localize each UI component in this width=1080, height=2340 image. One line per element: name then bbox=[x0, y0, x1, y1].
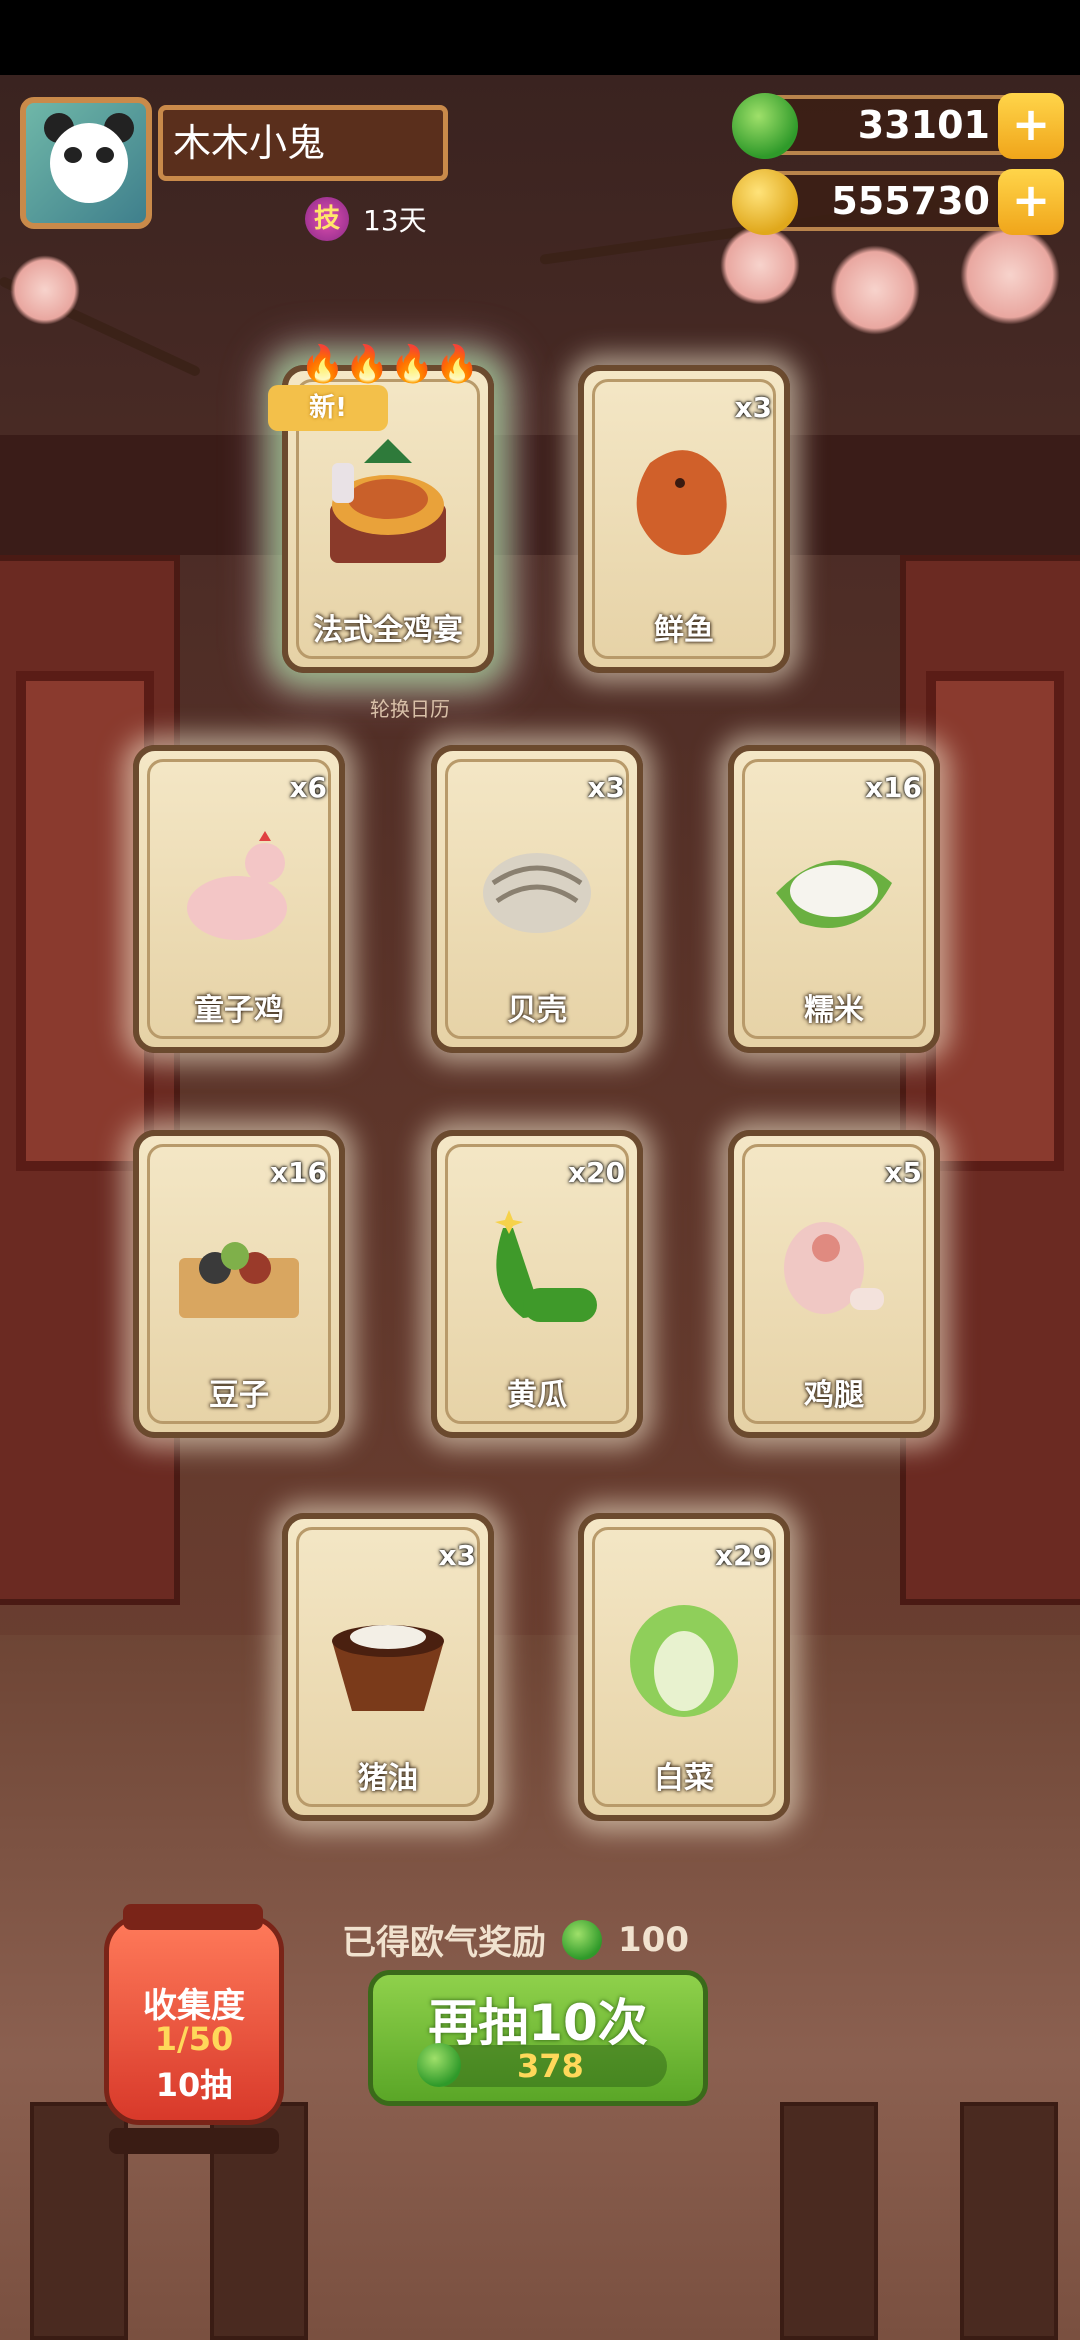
player-name: 木木小鬼 bbox=[158, 105, 448, 181]
collection-lantern[interactable]: 收集度 1/50 10抽 bbox=[104, 1904, 284, 2154]
card-count: x3 bbox=[438, 1539, 476, 1572]
draw-cost-value: 378 bbox=[517, 2047, 584, 2085]
jade-amount: 33101 bbox=[857, 103, 990, 147]
collection-progress: 1/50 bbox=[154, 2020, 234, 2058]
reward-status: 已得欧气奖励 100 bbox=[342, 1915, 689, 1964]
chicken-icon bbox=[187, 831, 287, 940]
card-label: 童子鸡 bbox=[194, 993, 284, 1028]
card-cabbage[interactable]: x29 白菜 bbox=[578, 1513, 790, 1821]
jade-icon bbox=[417, 2043, 461, 2087]
blossom bbox=[830, 245, 920, 335]
card-shell[interactable]: x3 贝壳 bbox=[431, 745, 643, 1053]
fish-icon bbox=[636, 450, 727, 555]
card-beans[interactable]: x16 豆子 bbox=[133, 1130, 345, 1438]
jade-icon bbox=[562, 1919, 602, 1960]
card-label: 猪油 bbox=[358, 1761, 418, 1796]
blossom bbox=[720, 225, 800, 305]
blossom bbox=[10, 255, 80, 325]
card-count: x3 bbox=[587, 771, 625, 804]
roast-chicken-feast-icon bbox=[330, 439, 446, 563]
coin-currency: 555730 + bbox=[732, 169, 1064, 235]
lard-bowl-icon bbox=[332, 1625, 444, 1711]
player-avatar[interactable] bbox=[20, 97, 152, 229]
jade-currency: 33101 + bbox=[732, 93, 1064, 159]
beans-icon bbox=[179, 1242, 299, 1318]
drumstick-icon bbox=[784, 1222, 884, 1314]
card-lard[interactable]: x3 猪油 bbox=[282, 1513, 494, 1821]
cabbage-icon bbox=[630, 1605, 738, 1717]
left-door bbox=[0, 555, 180, 1605]
card-count: x20 bbox=[567, 1156, 625, 1189]
shell-icon bbox=[483, 853, 591, 933]
right-door bbox=[900, 555, 1080, 1605]
card-drumstick[interactable]: x5 鸡腿 bbox=[728, 1130, 940, 1438]
skill-status[interactable]: 技 13天 bbox=[305, 197, 427, 241]
card-special[interactable]: 🔥🔥🔥🔥🔥 新! 法式全鸡宴 bbox=[268, 344, 494, 673]
card-count: x16 bbox=[864, 771, 922, 804]
draw-cost: 378 bbox=[417, 2043, 667, 2087]
skill-icon: 技 bbox=[305, 197, 349, 241]
game-scene: 木木小鬼 技 13天 33101 + 555730 + 🔥🔥🔥🔥🔥 新! 法式全… bbox=[0, 75, 1080, 2340]
card-fish[interactable]: x3 鲜鱼 bbox=[578, 365, 790, 673]
add-jade-button[interactable]: + bbox=[998, 93, 1064, 159]
card-label: 糯米 bbox=[804, 993, 864, 1028]
card-label: 豆子 bbox=[209, 1378, 269, 1413]
card-label: 鸡腿 bbox=[804, 1378, 864, 1413]
card-count: x6 bbox=[289, 771, 327, 804]
cucumber-icon bbox=[495, 1210, 597, 1322]
card-rice[interactable]: x16 糯米 bbox=[728, 745, 940, 1053]
background-wall bbox=[0, 435, 1080, 555]
card-chicken[interactable]: x6 童子鸡 bbox=[133, 745, 345, 1053]
new-tag: 新! bbox=[268, 385, 388, 431]
coin-icon bbox=[732, 169, 798, 235]
skill-days: 13天 bbox=[363, 204, 427, 237]
card-cucumber[interactable]: x20 黄瓜 bbox=[431, 1130, 643, 1438]
card-label: 鲜鱼 bbox=[654, 613, 714, 648]
collection-draws: 10抽 bbox=[155, 2066, 233, 2104]
add-coins-button[interactable]: + bbox=[998, 169, 1064, 235]
card-count: x5 bbox=[884, 1156, 922, 1189]
rotation-calendar[interactable]: 轮换日历 bbox=[370, 693, 450, 722]
draw-again-button[interactable]: 再抽10次 378 bbox=[368, 1970, 708, 2106]
card-label: 法式全鸡宴 bbox=[313, 613, 463, 648]
jade-icon bbox=[732, 93, 798, 159]
blossom bbox=[960, 225, 1060, 325]
card-count: x16 bbox=[269, 1156, 327, 1189]
card-label: 黄瓜 bbox=[507, 1378, 567, 1413]
card-count: x29 bbox=[714, 1539, 772, 1572]
coin-amount: 555730 bbox=[831, 179, 990, 223]
card-label: 白菜 bbox=[654, 1761, 714, 1796]
reward-value: 100 bbox=[618, 1919, 689, 1960]
reward-text: 已得欧气奖励 bbox=[342, 1923, 546, 1963]
rice-icon bbox=[776, 860, 892, 928]
card-label: 贝壳 bbox=[507, 993, 567, 1028]
card-count: x3 bbox=[734, 391, 772, 424]
